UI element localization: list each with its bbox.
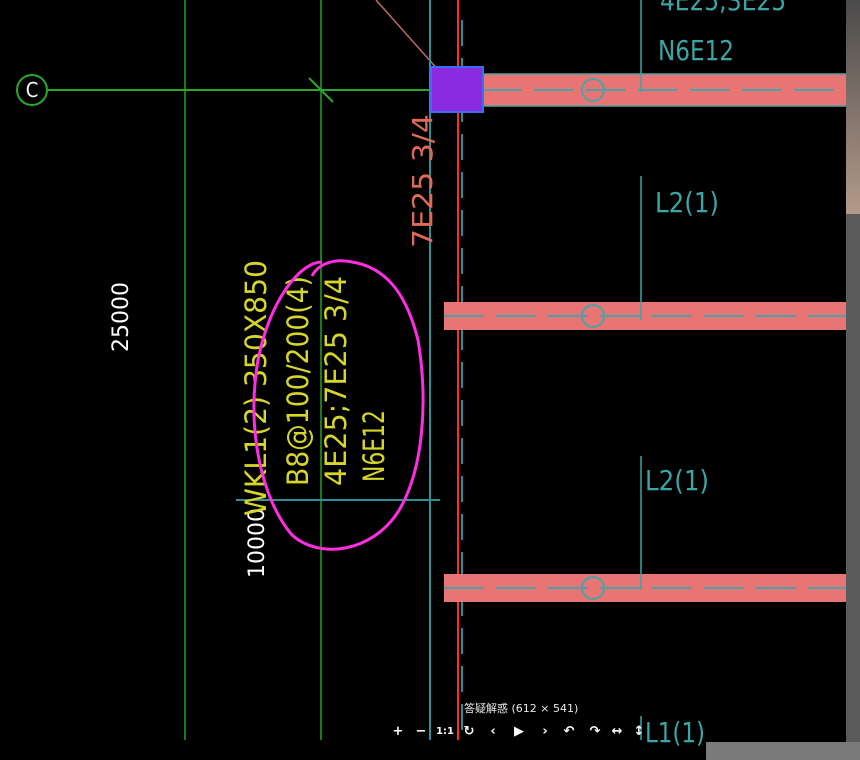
l2-second-label: L2(1) (645, 464, 709, 497)
prev-button[interactable]: ‹ (484, 722, 502, 742)
top-reinforcement-label: 7E25 3/4 (406, 114, 439, 248)
dimension-total: 25000 (109, 282, 134, 352)
zoom-out-button[interactable]: − (412, 722, 430, 742)
rotate-left-button[interactable]: ↶ (560, 722, 578, 742)
beam-middle (444, 302, 846, 330)
window-bottom-edge (706, 742, 860, 760)
dimension-partial: 10000 (245, 508, 270, 578)
beam-top (482, 73, 846, 107)
flip-vertical-button[interactable]: ↕ (630, 722, 648, 742)
flip-horizontal-button[interactable]: ↔ (608, 722, 626, 742)
axis-label: C (26, 78, 39, 102)
zoom-in-button[interactable]: + (389, 722, 407, 742)
background-text (88, 740, 706, 760)
edge-thumbnail (846, 0, 860, 214)
callout-line-2: B8@100/200(4) (281, 276, 315, 486)
actual-size-button[interactable]: 1:1 (436, 722, 454, 742)
beam-bottom (444, 574, 846, 602)
rotate-right-button[interactable]: ↷ (586, 722, 604, 742)
top-partial-label: 4E25;3E25 (660, 0, 786, 17)
l2-first-label: L2(1) (655, 186, 719, 219)
callout-line-3: 4E25;7E25 3/4 (319, 276, 353, 486)
column-marker (430, 66, 484, 113)
cad-drawing-canvas: C 4E25;3E25 N6E12 L2(1) L2(1) L1(1) 7E25… (0, 0, 860, 760)
refresh-button[interactable]: ↻ (460, 722, 478, 742)
window-scroll-edge (846, 0, 860, 760)
next-button[interactable]: › (536, 722, 554, 742)
callout-line-4: N6E12 (357, 410, 391, 482)
play-button[interactable]: ▶ (510, 722, 528, 742)
top-n-label: N6E12 (658, 34, 734, 67)
